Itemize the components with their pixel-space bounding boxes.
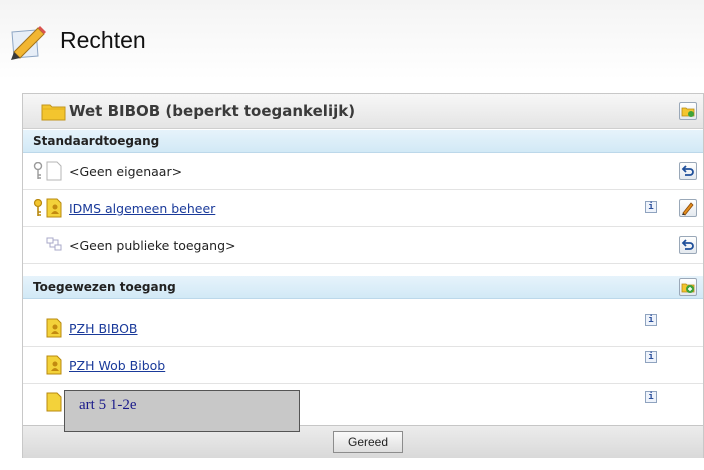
panel-header: Wet BIBOB (beperkt toegankelijk) [23, 94, 703, 129]
section-label: Toegewezen toegang [33, 280, 176, 294]
undo-owner-button[interactable] [679, 162, 697, 180]
folder-icon [41, 104, 66, 121]
row-pzh-bibob: PZH BIBOB i [23, 310, 703, 347]
tooltip: art 5 1-2e [64, 390, 300, 432]
row-idms: IDMS algemeen beheer i [23, 190, 703, 227]
idms-link[interactable]: IDMS algemeen beheer [69, 201, 215, 216]
pencil-edit-icon [11, 26, 46, 60]
row-owner: <Geen eigenaar> [23, 153, 703, 190]
folder-share-icon [681, 107, 695, 117]
key-grey-icon [33, 162, 43, 179]
add-green-icon [681, 283, 695, 293]
group-icon [46, 318, 62, 338]
pzh-wob-bibob-link[interactable]: PZH Wob Bibob [69, 358, 165, 373]
edit-idms-button[interactable] [679, 199, 697, 217]
undo-public-button[interactable] [679, 236, 697, 254]
edit-icon [682, 202, 694, 216]
panel-title: Wet BIBOB (beperkt toegankelijk) [69, 102, 356, 120]
page-header: Rechten [0, 0, 704, 80]
section-label: Standaardtoegang [33, 134, 160, 148]
group-icon [46, 355, 62, 375]
owner-label: <Geen eigenaar> [69, 164, 183, 179]
tooltip-text: art 5 1-2e [79, 397, 137, 413]
info-icon[interactable]: i [645, 391, 657, 403]
add-access-button[interactable] [679, 278, 697, 296]
network-icon [46, 237, 62, 251]
section-standard-access: Standaardtoegang [23, 130, 703, 153]
empty-document-icon [46, 161, 62, 181]
pzh-bibob-link[interactable]: PZH BIBOB [69, 321, 138, 336]
row-pzh-wob-bibob: PZH Wob Bibob i [23, 347, 703, 384]
group-icon [46, 392, 62, 412]
undo-icon [681, 165, 694, 176]
info-icon[interactable]: i [645, 351, 657, 363]
undo-icon [681, 239, 694, 250]
folder-share-button[interactable] [679, 102, 697, 120]
info-icon[interactable]: i [645, 201, 657, 213]
page-title: Rechten [60, 27, 146, 53]
key-yellow-icon [33, 199, 43, 216]
section-assigned-access: Toegewezen toegang [23, 276, 703, 299]
done-button[interactable]: Gereed [333, 431, 403, 453]
public-access-label: <Geen publieke toegang> [69, 238, 236, 253]
row-public-access: <Geen publieke toegang> [23, 227, 703, 264]
group-icon [46, 198, 62, 218]
info-icon[interactable]: i [645, 314, 657, 326]
